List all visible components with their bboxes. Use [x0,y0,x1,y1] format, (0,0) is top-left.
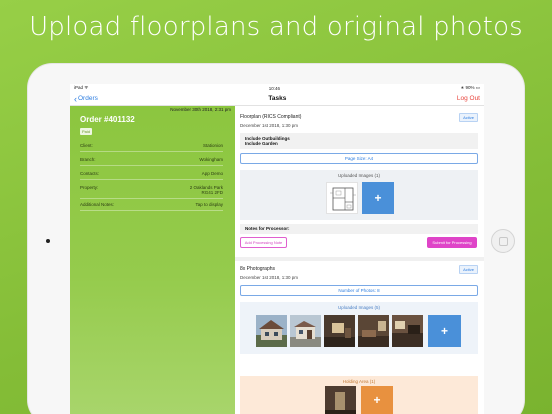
holding-area-label: Holding Area (1) [342,379,376,384]
status-device: iPad ᯤ [74,85,89,90]
nav-bar: ‹ Orders Tasks Log Out [70,92,484,106]
add-processing-note-button[interactable]: Add Processing Note [240,237,287,248]
photo-thumbnail[interactable] [392,315,423,347]
interior-doorway-photo [325,386,356,414]
house-exterior-photo [256,315,287,347]
living-room-photo [358,315,389,347]
info-row-branch: Branch: Wokingham [80,157,223,166]
page-size-button[interactable]: Page Size: A4 [240,153,478,164]
floorplan-status-badge: Active [459,113,478,122]
floorplan-drawing [330,187,356,211]
info-value: 2 Oaklands Park RG41 2FD [190,185,223,195]
interior-room-photo [324,315,355,347]
info-row-contacts: Contacts: App Demo [80,171,223,180]
photos-status-badge: Active [459,265,478,274]
order-panel: November 30th 2018, 2:31 pm Order #40113… [70,106,235,414]
section-divider [235,257,484,261]
kitchen-photo [392,315,423,347]
floorplan-task-date: December 1st 2018, 1:30 pm [240,123,299,128]
photo-thumbnail[interactable] [290,315,321,347]
info-value: Wokingham [199,157,223,162]
chevron-left-icon: ‹ [74,93,77,104]
home-square-icon [499,237,508,246]
house-street-photo [290,315,321,347]
order-date: November 30th 2018, 2:31 pm [170,107,231,112]
add-floorplan-image-button[interactable]: + [362,182,394,214]
info-value[interactable]: Tap to display [195,202,223,207]
order-number: Order #401132 [80,115,135,124]
home-button[interactable] [491,229,515,253]
info-value: Stationion [202,143,223,148]
info-label: Property: [80,185,99,190]
holding-photo-thumbnail[interactable] [325,386,356,414]
add-photo-button[interactable]: + [428,315,461,347]
number-of-photos-button[interactable]: Number of Photos: 8 [240,285,478,296]
camera-icon [46,239,50,243]
headline: Upload floorplans and original photos [29,12,523,42]
info-row-client: Client: Stationion [80,143,223,152]
info-value: App Demo [201,171,223,176]
paid-badge: Paid [80,128,93,135]
include-line: Include Garden [245,141,278,146]
uploaded-images-label: Uploaded Images (5) [337,305,381,310]
back-label: Orders [78,95,98,102]
info-label: Contacts: [80,171,100,176]
uploaded-images-label: Uploaded Images (1) [337,173,381,178]
photos-uploaded-panel: Uploaded Images (5) + [240,302,478,354]
page-title: Tasks [268,95,287,102]
submit-for-processing-button[interactable]: Submit for Processing [427,237,477,248]
status-bar: iPad ᯤ 10:46 ∗ 90% ▭ [70,84,484,92]
photos-task-date: December 1st 2018, 1:30 pm [240,275,299,280]
info-row-property: Property: 2 Oaklands Park RG41 2FD [80,185,223,199]
status-time: 10:46 [268,85,281,91]
notes-box: Notes for Processor: [240,224,478,234]
tasks-panel: Floorplan (RICS Compliant) Active Decemb… [235,106,484,414]
photos-task-title: 8x Photographs [240,266,276,272]
holding-area-panel: Holding Area (1) + [240,376,478,414]
logout-button[interactable]: Log Out [457,95,480,102]
info-label: Additional Notes: [80,202,115,207]
split-content: November 30th 2018, 2:31 pm Order #40113… [70,106,484,414]
property-line-2: RG41 2FD [201,190,223,195]
floorplan-task-title: Floorplan (RICS Compliant) [240,114,302,120]
info-label: Branch: [80,157,96,162]
status-battery: ∗ 90% ▭ [460,85,480,90]
photo-thumbnail[interactable] [358,315,389,347]
floorplan-thumbnail[interactable] [326,182,358,214]
floorplan-uploaded-panel: Uploaded Images (1) + [240,170,478,220]
photo-thumbnail[interactable] [256,315,287,347]
add-holding-photo-button[interactable]: + [361,386,393,414]
info-row-notes[interactable]: Additional Notes: Tap to display [80,202,223,211]
app-screen: iPad ᯤ 10:46 ∗ 90% ▭ ‹ Orders Tasks Log … [70,84,484,414]
back-button[interactable]: ‹ Orders [74,93,98,104]
photo-thumbnail[interactable] [324,315,355,347]
info-label: Client: [80,143,93,148]
include-box: Include Outbuildings Include Garden [240,133,478,149]
